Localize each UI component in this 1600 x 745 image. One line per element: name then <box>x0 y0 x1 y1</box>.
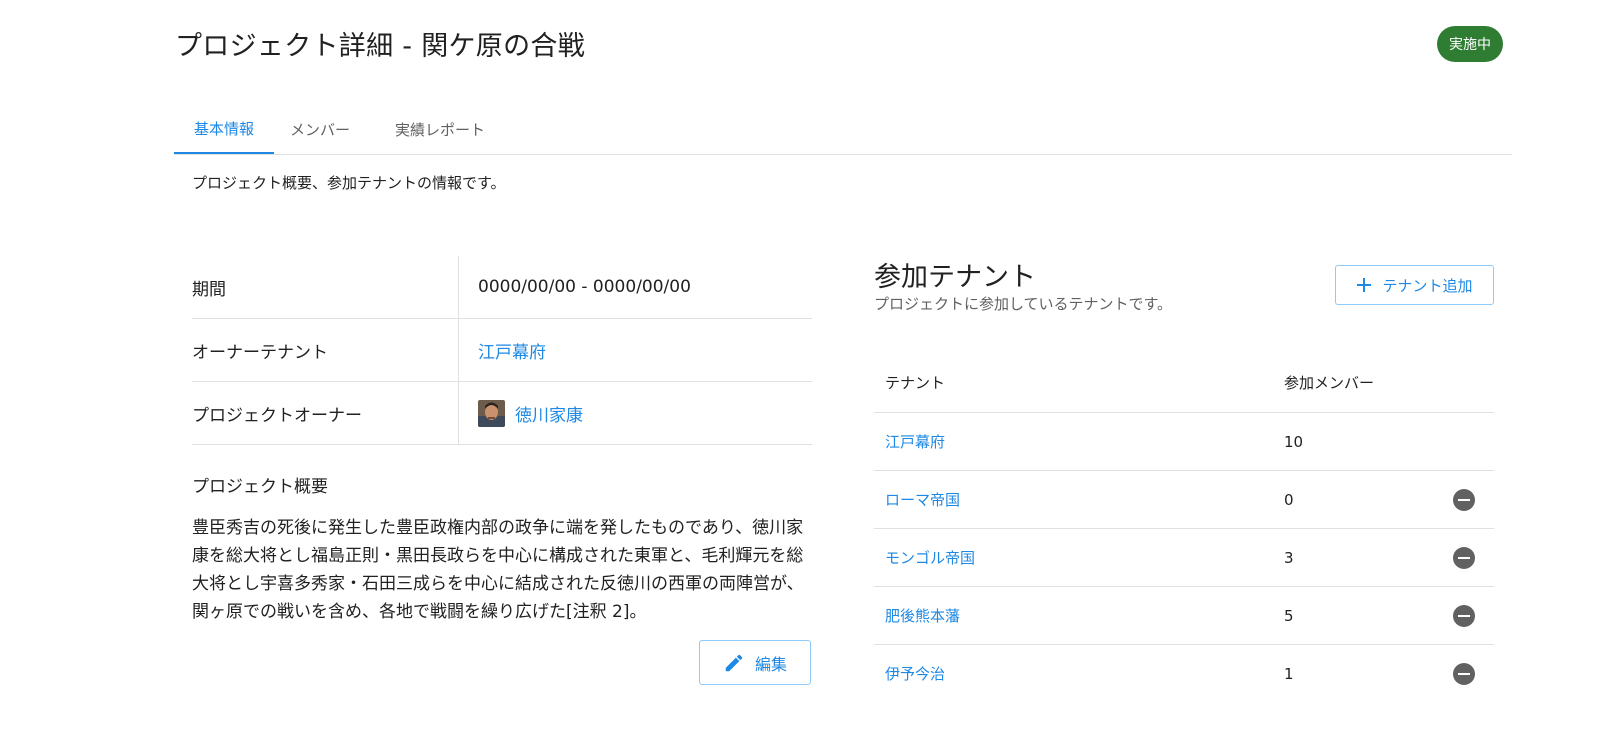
summary-heading: プロジェクト概要 <box>192 477 328 497</box>
member-count: 10 <box>1284 432 1304 451</box>
info-row-owner-tenant: オーナーテナント 江戸幕府 <box>192 319 812 382</box>
period-label: 期間 <box>192 256 459 318</box>
table-row: 肥後熊本藩 5 <box>874 587 1494 645</box>
tab-basic-info[interactable]: 基本情報 <box>174 104 274 154</box>
add-tenant-label: テナント追加 <box>1382 276 1473 295</box>
summary-text: 豊臣秀吉の死後に発生した豊臣政権内部の政争に端を発したものであり、徳川家康を総大… <box>192 518 804 622</box>
tenant-table: テナント 参加メンバー 江戸幕府 10 ローマ帝国 0 モンゴル帝国 3 肥後熊… <box>874 352 1494 702</box>
page-title: プロジェクト詳細 - 関ケ原の合戦 <box>175 31 586 62</box>
project-info-table: 期間 0000/00/00 - 0000/00/00 オーナーテナント 江戸幕府… <box>192 256 812 445</box>
member-count: 0 <box>1284 490 1294 509</box>
tab-description: プロジェクト概要、参加テナントの情報です。 <box>192 174 506 192</box>
column-header-tenant: テナント <box>885 373 946 392</box>
tab-members[interactable]: メンバー <box>280 104 360 154</box>
tab-performance-report[interactable]: 実績レポート <box>386 104 494 154</box>
remove-circle-icon[interactable] <box>1453 662 1475 685</box>
member-count: 5 <box>1284 606 1294 625</box>
avatar <box>478 399 505 427</box>
pencil-icon <box>725 654 743 671</box>
tab-bar: 基本情報 メンバー 実績レポート <box>174 104 1512 155</box>
column-header-members: 参加メンバー <box>1284 373 1375 392</box>
plus-icon <box>1357 278 1372 292</box>
info-row-project-owner: プロジェクトオーナー 徳川家康 <box>192 382 812 445</box>
tenant-link[interactable]: 伊予今治 <box>885 665 945 683</box>
tenant-link[interactable]: 江戸幕府 <box>885 433 945 451</box>
remove-circle-icon[interactable] <box>1453 546 1475 569</box>
info-row-period: 期間 0000/00/00 - 0000/00/00 <box>192 256 812 319</box>
add-tenant-button[interactable]: テナント追加 <box>1335 265 1494 305</box>
edit-button[interactable]: 編集 <box>699 640 811 685</box>
owner-tenant-label: オーナーテナント <box>192 319 459 381</box>
tenant-link[interactable]: ローマ帝国 <box>885 491 960 509</box>
remove-circle-icon[interactable] <box>1453 488 1475 511</box>
tenant-link[interactable]: モンゴル帝国 <box>885 549 975 567</box>
tenants-subtitle: プロジェクトに参加しているテナントです。 <box>874 295 1173 313</box>
member-count: 3 <box>1284 548 1294 567</box>
remove-circle-icon[interactable] <box>1453 604 1475 627</box>
table-row: ローマ帝国 0 <box>874 471 1494 529</box>
tenant-link[interactable]: 肥後熊本藩 <box>885 607 960 625</box>
project-owner-label: プロジェクトオーナー <box>192 382 459 444</box>
tenants-title: 参加テナント <box>874 262 1036 293</box>
owner-tenant-link[interactable]: 江戸幕府 <box>478 338 546 363</box>
table-row: モンゴル帝国 3 <box>874 529 1494 587</box>
edit-button-label: 編集 <box>754 654 787 674</box>
table-row: 伊予今治 1 <box>874 645 1494 702</box>
project-owner-link[interactable]: 徳川家康 <box>515 401 583 426</box>
member-count: 1 <box>1284 664 1294 683</box>
status-badge: 実施中 <box>1437 26 1503 62</box>
table-header: テナント 参加メンバー <box>874 352 1494 413</box>
period-value: 0000/00/00 - 0000/00/00 <box>478 277 691 297</box>
table-row: 江戸幕府 10 <box>874 413 1494 471</box>
